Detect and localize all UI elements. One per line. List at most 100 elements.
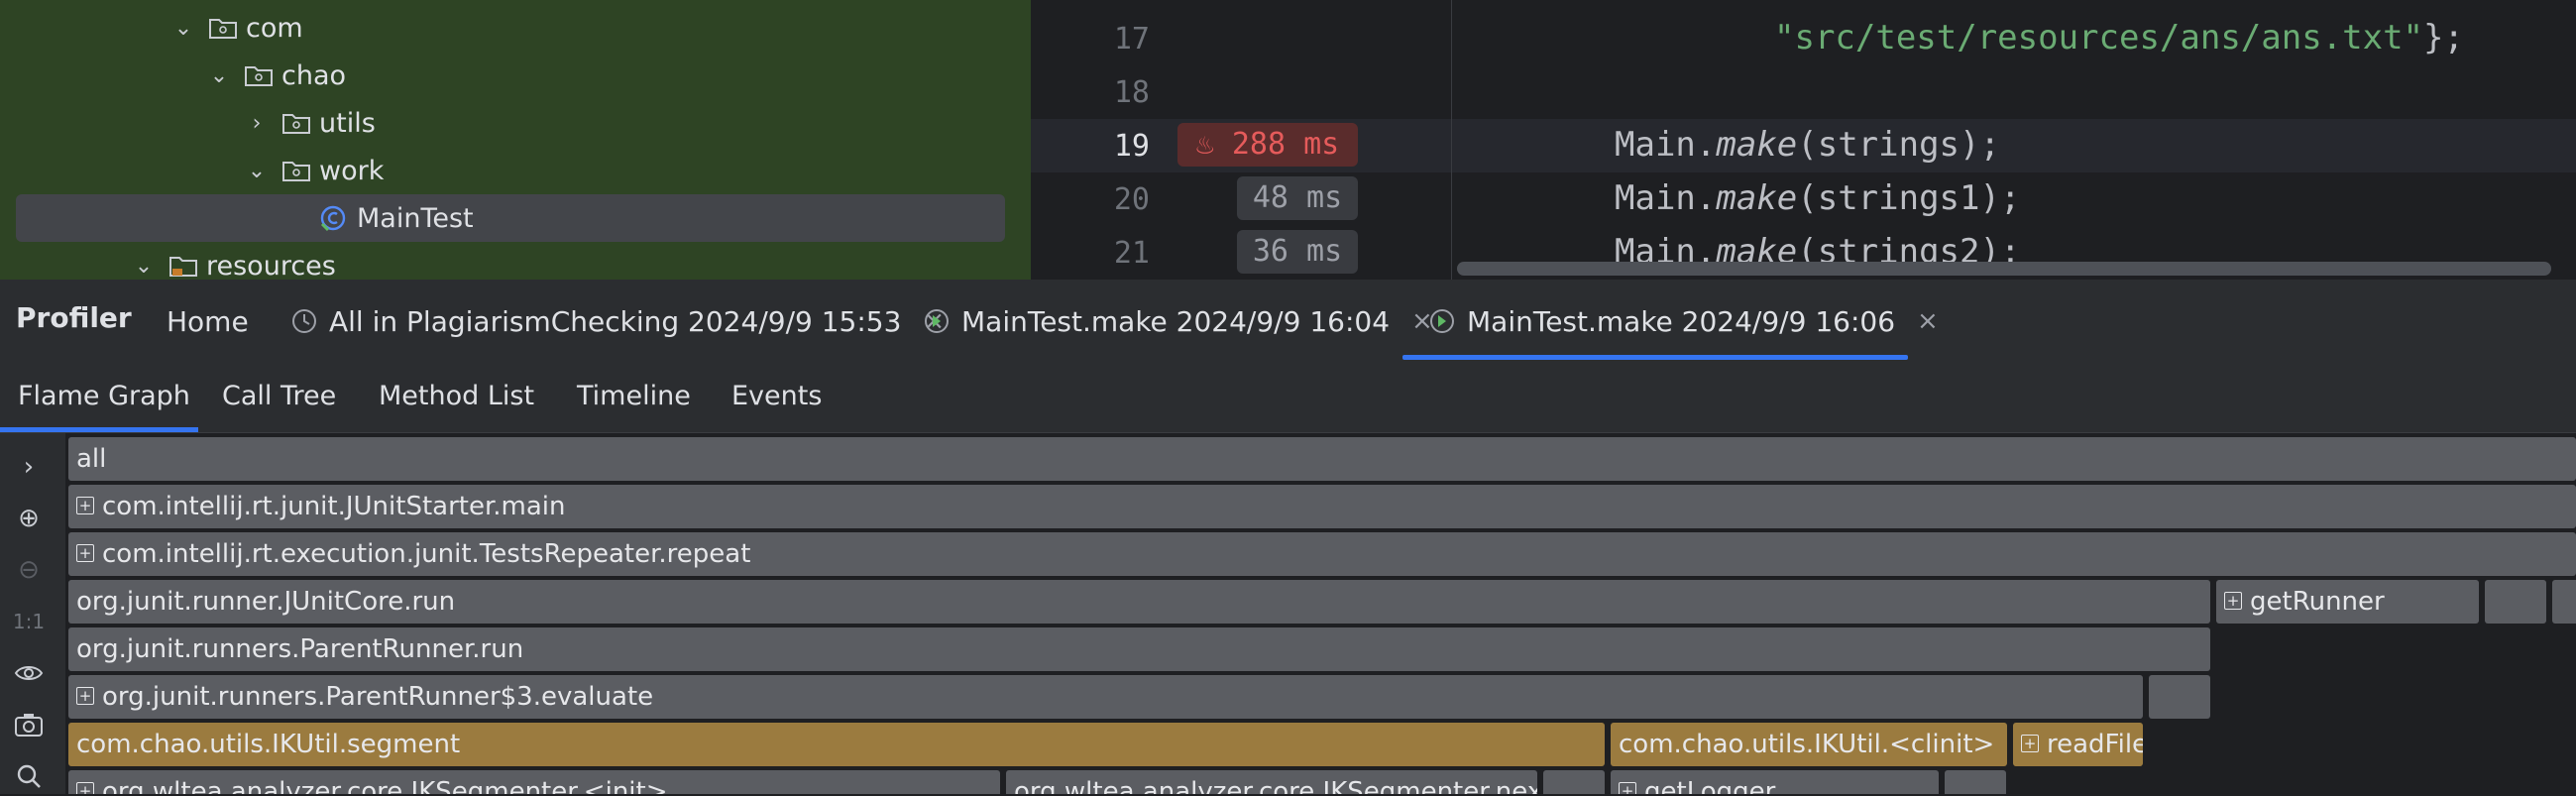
flame-frame[interactable] <box>2149 675 2210 719</box>
frame-label: org.junit.runner.JUnitCore.run <box>76 587 456 617</box>
flame-frame[interactable]: + getRunner <box>2216 580 2479 624</box>
flame-frame[interactable]: com.chao.utils.IKUtil.<clinit> <box>1611 723 2007 766</box>
flame-frame[interactable]: + org.wltea.analyzer.core.IKSegmenter.<in… <box>68 770 1000 794</box>
resources-folder-icon <box>169 257 197 277</box>
expand-plus-icon[interactable]: + <box>76 686 94 705</box>
code-line-17: "src/test/resources/ans/ans.txt"}; <box>1774 18 2464 57</box>
expand-plus-icon[interactable]: + <box>76 496 94 514</box>
flame-frame[interactable] <box>2485 580 2546 624</box>
flame-frame[interactable]: + readFile <box>2013 723 2143 766</box>
search-icon[interactable] <box>9 756 49 796</box>
snapshot-icon <box>925 309 949 333</box>
tree-item-chao[interactable]: ⌄ chao <box>206 52 346 99</box>
expand-plus-icon[interactable]: + <box>1619 781 1636 794</box>
package-folder-icon <box>282 162 310 181</box>
flame-frame[interactable]: + getLogger <box>1611 770 1939 794</box>
flame-icon: ♨ <box>1195 127 1214 162</box>
frame-label: com.intellij.rt.execution.junit.TestsRep… <box>102 539 751 569</box>
flame-graph[interactable]: all + com.intellij.rt.junit.JUnitStarter.… <box>65 433 2576 794</box>
code-text: (strings1); <box>1797 178 2021 218</box>
timing-value: 48 ms <box>1252 180 1343 215</box>
chevron-down-icon[interactable]: ⌄ <box>131 254 157 279</box>
expand-plus-icon[interactable]: + <box>2224 591 2242 610</box>
profiler-title: Profiler <box>16 301 132 334</box>
frame-label: org.junit.runners.ParentRunner$3.evaluat… <box>102 682 654 712</box>
flame-frame[interactable]: org.junit.runners.ParentRunner.run <box>68 627 2210 671</box>
profiler-view-tabs: Flame Graph Call Tree Method List Timeli… <box>0 361 2576 433</box>
code-editor[interactable]: 17 18 19 20 21 ♨ 288 ms 48 ms 36 ms "src… <box>1031 0 2576 280</box>
chevron-down-icon[interactable]: ⌄ <box>170 16 196 41</box>
timing-value: 36 ms <box>1252 234 1343 269</box>
tab-call-tree[interactable]: Call Tree <box>222 381 336 411</box>
code-text: Main. <box>1615 125 1717 165</box>
camera-icon[interactable] <box>9 705 49 744</box>
expand-plus-icon[interactable]: + <box>76 781 94 794</box>
expand-icon[interactable]: › <box>9 447 49 487</box>
chevron-down-icon[interactable]: ⌄ <box>244 159 270 183</box>
flame-frame[interactable]: + com.intellij.rt.junit.JUnitStarter.main <box>68 485 2576 528</box>
active-tab-indicator <box>1402 355 1908 360</box>
horizontal-scrollbar[interactable] <box>1457 262 2551 276</box>
active-subtab-indicator <box>0 427 198 432</box>
close-icon[interactable]: × <box>1917 306 1939 336</box>
tab-flame-graph[interactable]: Flame Graph <box>18 381 190 411</box>
tab-method-list[interactable]: Method List <box>379 381 534 411</box>
gutter-divider <box>1451 0 1452 280</box>
flame-frame[interactable] <box>1543 770 1605 794</box>
tab-events[interactable]: Events <box>731 381 822 411</box>
snapshot-icon <box>292 309 316 333</box>
chevron-down-icon[interactable]: ⌄ <box>206 63 232 88</box>
timing-badge[interactable]: 48 ms <box>1237 176 1358 220</box>
line-number: 21 <box>1113 236 1150 271</box>
expand-plus-icon[interactable]: + <box>76 543 94 562</box>
tab-label: Home <box>167 304 249 338</box>
frame-label: com.intellij.rt.junit.JUnitStarter.main <box>102 492 566 521</box>
project-tree: ⌄ com ⌄ chao › utils ⌄ work MainTest ⌄ r… <box>0 0 1031 280</box>
method-name: make <box>1716 125 1798 165</box>
tab-maintest-make-1604[interactable]: MainTest.make 2024/9/9 16:04 × <box>922 295 1433 347</box>
tab-label: MainTest.make 2024/9/9 16:06 <box>1467 304 1896 338</box>
flame-frame[interactable]: org.wltea.analyzer.core.IKSegmenter.next <box>1006 770 1537 794</box>
frame-label: com.chao.utils.IKUtil.segment <box>76 730 461 759</box>
code-line-19: Main.make(strings); <box>1615 125 2000 165</box>
line-number: 20 <box>1113 182 1150 217</box>
timing-value: 288 ms <box>1231 127 1340 162</box>
tab-home[interactable]: Home <box>167 295 249 347</box>
tree-item-work[interactable]: ⌄ work <box>244 147 385 194</box>
profiler-tab-bar: Profiler Home All in PlagiarismChecking … <box>0 280 2576 362</box>
tree-item-label: work <box>319 155 385 186</box>
tree-item-com[interactable]: ⌄ com <box>170 4 303 52</box>
flame-frame[interactable] <box>2552 580 2576 624</box>
line-number: 17 <box>1113 22 1150 57</box>
reset-zoom-button[interactable]: 1:1 <box>9 602 49 641</box>
tree-item-resources[interactable]: ⌄ resources <box>131 242 336 281</box>
flame-frame[interactable]: + org.junit.runners.ParentRunner$3.evalua… <box>68 675 2143 719</box>
flame-frame[interactable]: all <box>68 437 2576 481</box>
tree-item-label: com <box>246 12 303 44</box>
frame-label: org.wltea.analyzer.core.IKSegmenter.next <box>1014 777 1537 794</box>
tree-item-utils[interactable]: › utils <box>244 99 376 147</box>
flame-frame[interactable] <box>1945 770 2006 794</box>
timing-badge[interactable]: 36 ms <box>1237 230 1358 274</box>
flame-frame[interactable]: com.chao.utils.IKUtil.segment <box>68 723 1605 766</box>
timing-badge-hot[interactable]: ♨ 288 ms <box>1177 123 1358 167</box>
tab-all-in-plagiarismchecking[interactable]: All in PlagiarismChecking 2024/9/9 15:53… <box>289 295 945 347</box>
tree-item-maintest[interactable]: MainTest <box>16 194 1005 242</box>
frame-label: com.chao.utils.IKUtil.<clinit> <box>1619 730 1995 759</box>
eye-icon[interactable] <box>9 653 49 693</box>
frame-label: all <box>76 444 107 474</box>
flame-frame[interactable]: org.junit.runner.JUnitCore.run <box>68 580 2210 624</box>
frame-label: getRunner <box>2250 587 2385 617</box>
snapshot-icon <box>1430 309 1454 333</box>
code-text: Main. <box>1615 178 1717 218</box>
zoom-in-icon[interactable]: ⊕ <box>9 499 49 538</box>
package-folder-icon <box>245 66 273 86</box>
expand-plus-icon[interactable]: + <box>2021 734 2039 752</box>
zoom-out-icon[interactable]: ⊖ <box>9 550 49 590</box>
chevron-right-icon[interactable]: › <box>244 111 270 136</box>
tab-maintest-make-1606[interactable]: MainTest.make 2024/9/9 16:06 × <box>1427 295 1939 347</box>
frame-label: getLogger <box>1644 777 1776 794</box>
flame-frame[interactable]: + com.intellij.rt.execution.junit.TestsRe… <box>68 532 2576 576</box>
tree-item-label: utils <box>319 107 376 139</box>
tab-timeline[interactable]: Timeline <box>577 381 691 411</box>
